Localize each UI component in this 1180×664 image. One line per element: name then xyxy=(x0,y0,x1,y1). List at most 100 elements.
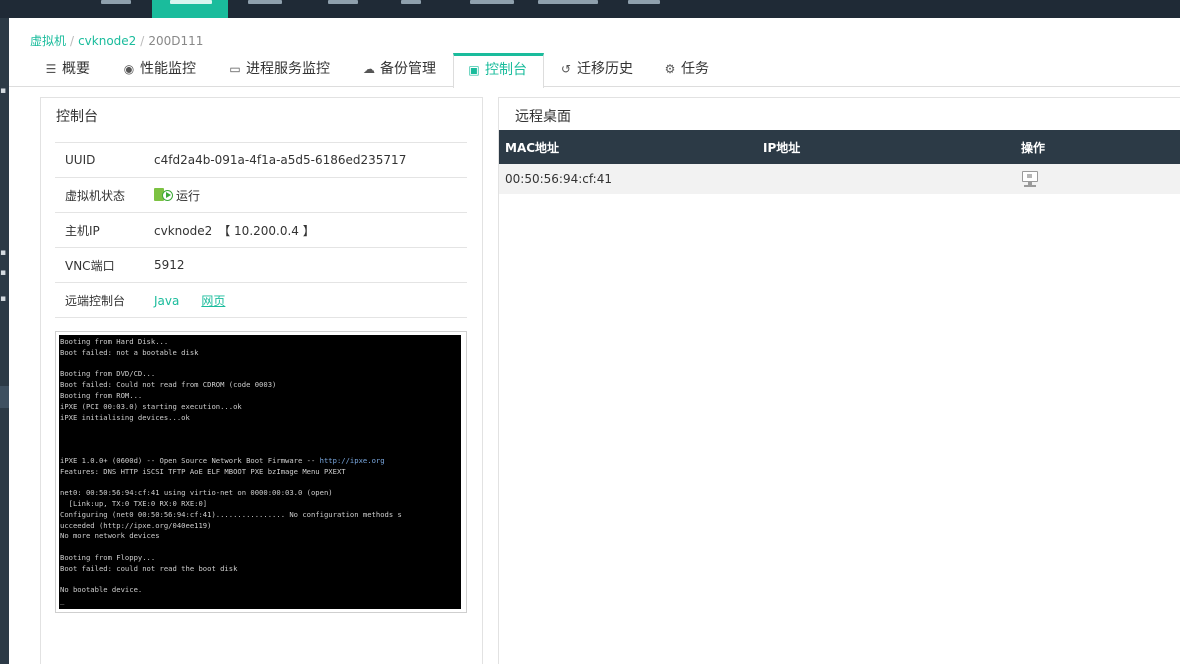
web-console-link[interactable]: 网页 xyxy=(201,294,225,308)
list-icon: ☰ xyxy=(45,62,57,76)
tab-performance[interactable]: ◉ 性能监控 xyxy=(121,53,196,87)
console-icon: ▣ xyxy=(468,63,480,77)
tab-label: 任务 xyxy=(681,61,709,77)
monitor-icon: ▭ xyxy=(229,62,241,76)
info-key: UUID xyxy=(55,142,154,178)
remote-desktop-title: 远程桌面 xyxy=(515,109,571,125)
gear-icon: ⚙ xyxy=(664,62,676,76)
column-header-ip: IP地址 xyxy=(757,130,1015,164)
table-header-row: MAC地址 IP地址 操作 xyxy=(499,130,1180,164)
console-line: Booting from DVD/CD... xyxy=(60,369,156,379)
info-row-host-ip: 主机IP cvknode2 【 10.200.0.4 】 xyxy=(55,212,467,248)
console-line: Booting from Floppy... xyxy=(60,552,156,562)
tab-migration-history[interactable]: ↺ 迁移历史 xyxy=(558,53,633,87)
info-row-uuid: UUID c4fd2a4b-091a-4f1a-a5d5-6186ed23571… xyxy=(55,142,467,178)
left-rail: ▪ ▪ ▪ ▪ xyxy=(0,18,9,664)
running-status-icon xyxy=(154,187,174,202)
tab-process-monitor[interactable]: ▭ 进程服务监控 xyxy=(227,53,330,87)
host-ip-value: cvknode2 【 10.200.0.4 】 xyxy=(154,212,467,248)
info-row-remote-console: 远端控制台 Java 网页 xyxy=(55,282,467,318)
column-header-mac: MAC地址 xyxy=(499,130,757,164)
vnc-port-value: 5912 xyxy=(154,247,467,283)
info-key: 虚拟机状态 xyxy=(55,177,154,213)
console-line: Features: DNS HTTP iSCSI TFTP AoE ELF MB… xyxy=(60,466,346,476)
info-row-vnc-port: VNC端口 5912 xyxy=(55,247,467,283)
top-nav-item-active[interactable] xyxy=(152,0,228,18)
tab-label: 概要 xyxy=(62,61,90,77)
tab-backup[interactable]: ☁ 备份管理 xyxy=(361,53,436,87)
remote-console-links: Java 网页 xyxy=(154,282,467,318)
vm-status-text: 运行 xyxy=(176,188,201,203)
breadcrumb-item-vm[interactable]: 虚拟机 xyxy=(30,34,66,48)
vm-info-table: UUID c4fd2a4b-091a-4f1a-a5d5-6186ed23571… xyxy=(55,142,467,318)
tab-overview[interactable]: ☰ 概要 xyxy=(43,53,90,87)
console-screen[interactable]: Booting from Hard Disk... Boot failed: no… xyxy=(59,335,461,609)
rail-selected-marker xyxy=(0,386,9,408)
cloud-icon: ☁ xyxy=(363,62,375,76)
tab-console[interactable]: ▣ 控制台 xyxy=(453,53,544,88)
top-nav-item-8[interactable] xyxy=(628,0,660,4)
top-nav-item-1[interactable] xyxy=(101,0,131,4)
tab-label: 性能监控 xyxy=(140,61,196,77)
console-line: Boot failed: not a bootable disk xyxy=(60,347,199,357)
console-line: Booting from Hard Disk... xyxy=(60,337,169,346)
console-line: [Link:up, TX:0 TXE:0 RX:0 RXE:0] xyxy=(60,498,208,508)
rail-glyph: ▪ xyxy=(0,248,7,258)
info-key: 远端控制台 xyxy=(55,282,154,318)
history-icon: ↺ xyxy=(560,62,572,76)
remote-desktop-panel: 远程桌面 MAC地址 IP地址 操作 00:50:56:94:cf:41 xyxy=(498,97,1180,664)
top-nav-item-6[interactable] xyxy=(470,0,514,4)
top-nav-item-4[interactable] xyxy=(328,0,358,4)
top-nav-item-5[interactable] xyxy=(401,0,421,4)
console-line: No bootable device. xyxy=(60,585,143,595)
tab-label: 控制台 xyxy=(485,62,527,78)
action-cell xyxy=(1015,164,1180,194)
uuid-value: c4fd2a4b-091a-4f1a-a5d5-6186ed235717 xyxy=(154,142,467,178)
tab-tasks[interactable]: ⚙ 任务 xyxy=(662,53,709,87)
console-line: net0: 00:50:56:94:cf:41 using virtio-net… xyxy=(60,488,333,498)
breadcrumb-item-host[interactable]: cvknode2 xyxy=(78,34,136,48)
host-name: cvknode2 xyxy=(154,223,213,238)
info-key: VNC端口 xyxy=(55,247,154,283)
top-nav-item-3[interactable] xyxy=(248,0,282,4)
ip-address-cell xyxy=(757,164,1015,194)
tab-label: 进程服务监控 xyxy=(246,61,330,77)
console-line: iPXE (PCI 00:03.0) starting execution...… xyxy=(60,401,242,411)
console-line: ucceeded (http://ipxe.org/040ee119) xyxy=(60,520,212,530)
console-line: iPXE 1.0.0+ (0600d) -- Open Source Netwo… xyxy=(60,455,385,465)
mac-address-cell: 00:50:56:94:cf:41 xyxy=(499,164,757,194)
gauge-icon: ◉ xyxy=(123,62,135,76)
desktop-icon[interactable] xyxy=(1021,171,1039,187)
console-line: _ xyxy=(60,596,65,606)
rail-glyph: ▪ xyxy=(0,294,7,304)
console-panel-title: 控制台 xyxy=(56,109,98,125)
console-line: Configuring (net0 00:50:56:94:cf:41)....… xyxy=(60,509,402,519)
rail-glyph: ▪ xyxy=(0,86,7,96)
java-console-link[interactable]: Java xyxy=(154,294,179,308)
breadcrumb-current: 200D111 xyxy=(148,34,204,48)
tab-label: 迁移历史 xyxy=(577,61,633,77)
top-nav-item-7[interactable] xyxy=(538,0,598,4)
info-key: 主机IP xyxy=(55,212,154,248)
table-row: 00:50:56:94:cf:41 xyxy=(499,164,1180,194)
tab-label: 备份管理 xyxy=(380,61,436,77)
info-row-status: 虚拟机状态 运行 xyxy=(55,177,467,213)
console-line: iPXE initialising devices...ok xyxy=(60,412,190,422)
remote-desktop-table: MAC地址 IP地址 操作 00:50:56:94:cf:41 xyxy=(499,130,1180,194)
console-line: Booting from ROM... xyxy=(60,390,143,400)
rail-glyph: ▪ xyxy=(0,268,7,278)
console-panel: 控制台 UUID c4fd2a4b-091a-4f1a-a5d5-6186ed2… xyxy=(40,97,483,664)
top-nav-bar xyxy=(0,0,1180,18)
column-header-action: 操作 xyxy=(1015,130,1180,164)
host-ip: 【 10.200.0.4 】 xyxy=(218,223,315,238)
console-screen-frame: Booting from Hard Disk... Boot failed: no… xyxy=(55,331,467,613)
console-line: No more network devices xyxy=(60,531,160,541)
breadcrumb: 虚拟机 / cvknode2/200D111 xyxy=(30,34,204,48)
